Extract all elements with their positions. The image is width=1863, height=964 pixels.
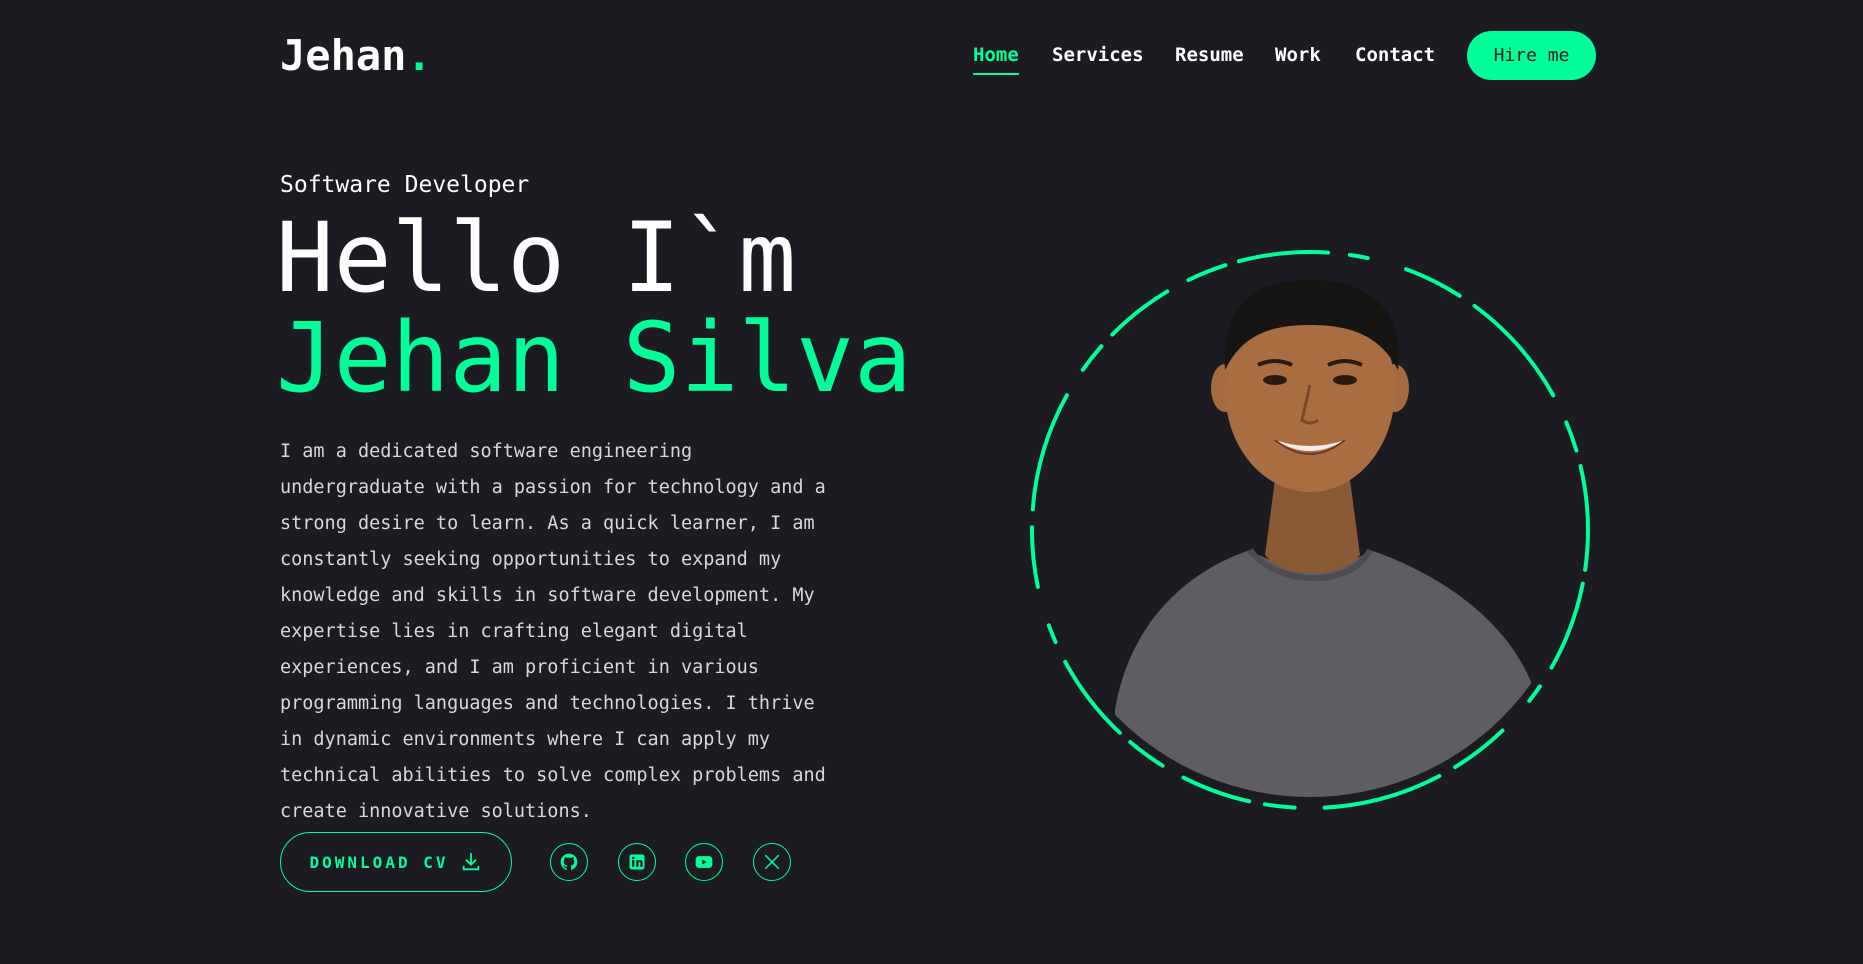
download-cv-button[interactable]: DOWNLOAD CV: [280, 832, 512, 892]
nav-work[interactable]: Work: [1275, 44, 1321, 66]
bio-text: I am a dedicated software engineering un…: [280, 434, 840, 830]
logo-dot: .: [406, 31, 432, 80]
nav-services[interactable]: Services: [1052, 44, 1144, 66]
x-icon: [764, 854, 780, 870]
youtube-icon: [695, 856, 713, 868]
nav-contact[interactable]: Contact: [1355, 44, 1435, 66]
name-heading: Jehan Silva: [276, 302, 912, 414]
github-link[interactable]: [550, 843, 588, 881]
x-link[interactable]: [753, 843, 791, 881]
role-subtitle: Software Developer: [280, 172, 530, 198]
github-icon: [560, 853, 578, 870]
youtube-link[interactable]: [685, 843, 723, 881]
hire-me-button[interactable]: Hire me: [1467, 31, 1596, 80]
logo[interactable]: Jehan.: [280, 30, 432, 82]
portrait-svg: [1030, 250, 1590, 810]
greeting-heading: Hello I`m: [276, 202, 797, 314]
download-cv-label: DOWNLOAD CV: [309, 852, 449, 872]
download-icon: [463, 852, 480, 871]
portrait-area: [1020, 240, 1600, 820]
portrait-photo: [1115, 280, 1540, 797]
nav-home[interactable]: Home: [973, 44, 1019, 75]
bio-paragraph: I am a dedicated software engineering un…: [280, 441, 826, 822]
linkedin-icon: [629, 854, 645, 870]
logo-text: Jehan: [280, 31, 407, 80]
linkedin-link[interactable]: [618, 843, 656, 881]
nav-resume[interactable]: Resume: [1175, 44, 1244, 66]
